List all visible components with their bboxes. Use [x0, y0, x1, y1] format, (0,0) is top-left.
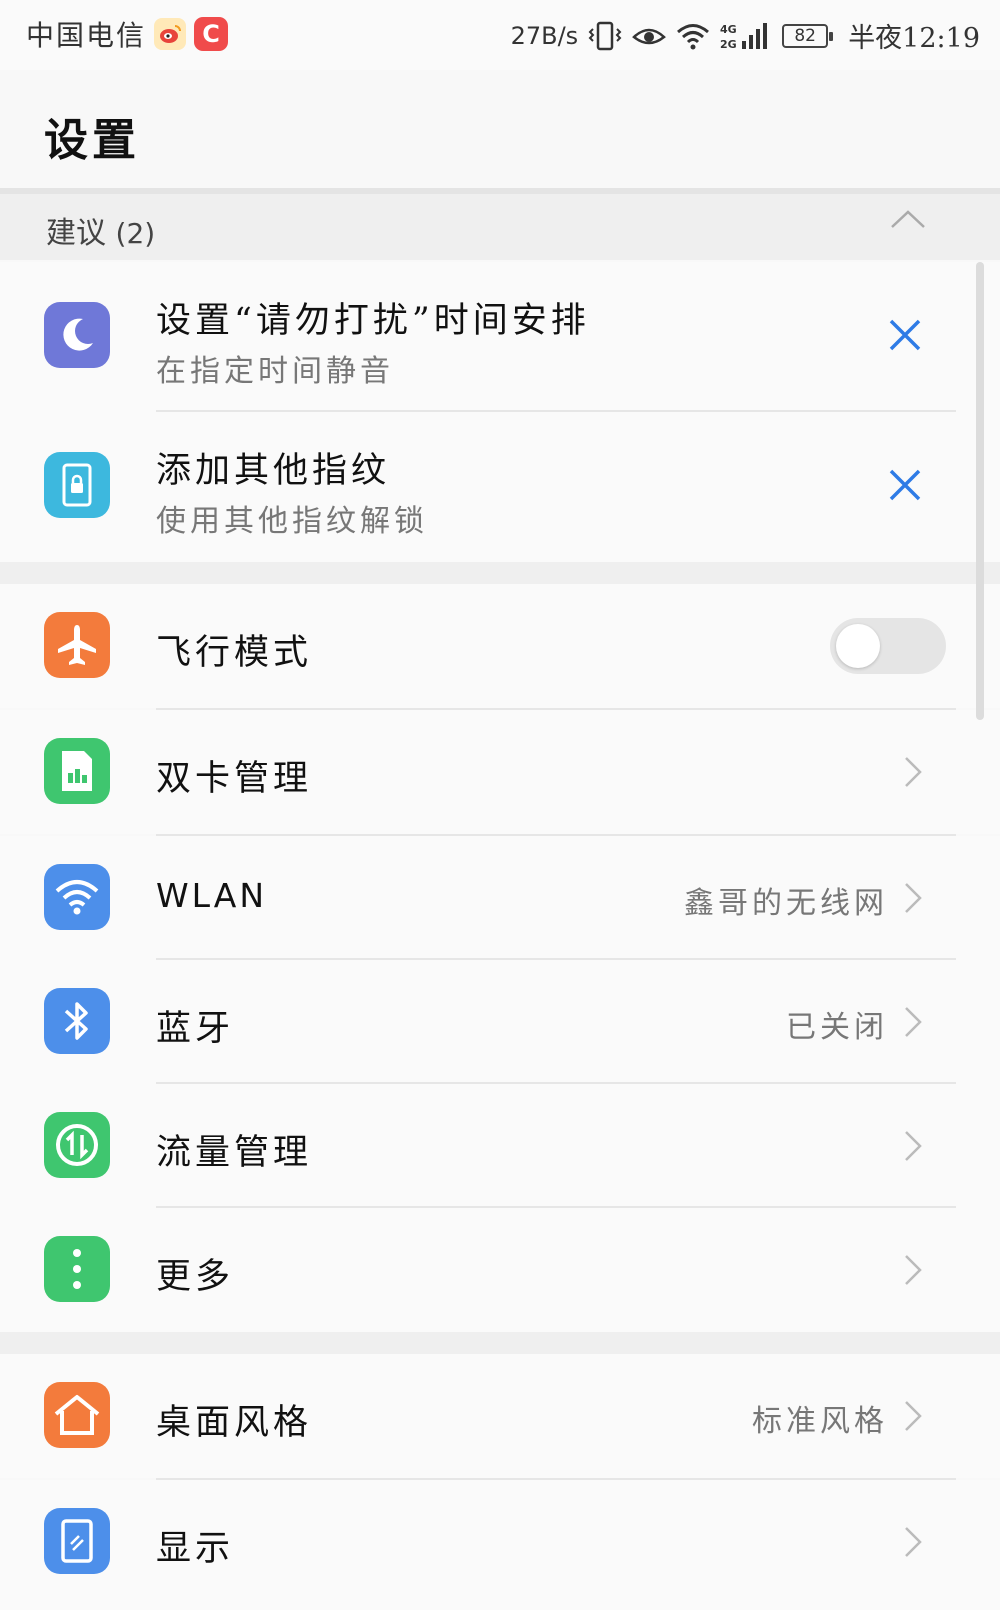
bluetooth-row[interactable]: 蓝牙 已关闭	[0, 960, 1000, 1084]
carrier-name: 中国电信	[26, 19, 147, 52]
home-style-row[interactable]: 桌面风格 标准风格	[0, 1354, 1000, 1478]
section-gap	[0, 562, 1000, 584]
airplane-icon	[44, 612, 110, 678]
wlan-row[interactable]: WLAN 鑫哥的无线网	[0, 836, 1000, 960]
wlan-label: WLAN	[156, 876, 268, 915]
chevron-right-icon	[905, 1527, 922, 1557]
clock: 半夜12:19	[848, 23, 980, 54]
scrollbar[interactable]	[976, 262, 984, 720]
wifi-status-icon	[677, 23, 710, 49]
signal-icon: 4G2G	[720, 22, 768, 51]
chevron-right-icon	[905, 757, 922, 787]
home-style-label: 桌面风格	[156, 1403, 313, 1443]
network-speed: 27B/s	[510, 21, 579, 50]
suggestion-subtitle: 使用其他指纹解锁	[156, 504, 428, 539]
more-row[interactable]: 更多	[0, 1208, 1000, 1332]
display-label: 显示	[156, 1529, 235, 1569]
suggestions-header[interactable]: 建议 (2)	[0, 194, 1000, 260]
eye-comfort-icon	[632, 28, 667, 44]
chevron-right-icon	[905, 883, 922, 913]
page-title: 设置	[44, 115, 140, 166]
chevron-right-icon	[905, 1131, 922, 1161]
airplane-mode-row[interactable]: 飞行模式	[0, 584, 1000, 708]
data-usage-label: 流量管理	[156, 1133, 313, 1173]
airplane-mode-toggle[interactable]	[830, 618, 946, 674]
suggestion-fingerprint[interactable]: 添加其他指纹 使用其他指纹解锁	[0, 412, 1000, 562]
data-usage-icon	[44, 1112, 110, 1178]
fingerprint-phone-icon	[44, 452, 110, 518]
data-usage-row[interactable]: 流量管理	[0, 1084, 1000, 1208]
dual-sim-label: 双卡管理	[156, 759, 313, 799]
toggle-knob	[836, 624, 880, 668]
status-left: 中国电信 C	[26, 14, 229, 54]
section-gap	[0, 1332, 1000, 1354]
svg-text:4G: 4G	[720, 23, 737, 36]
vibrate-icon	[588, 21, 622, 50]
svg-text:2G: 2G	[720, 38, 737, 51]
suggestion-title: 添加其他指纹	[156, 451, 391, 491]
chevron-right-icon	[905, 1255, 922, 1285]
sim-card-icon	[44, 738, 110, 804]
home-style-value: 标准风格	[752, 1404, 888, 1439]
weibo-icon	[154, 18, 187, 50]
battery-indicator: 82	[782, 23, 834, 48]
chevron-up-icon[interactable]	[890, 208, 926, 230]
display-icon	[44, 1508, 110, 1574]
chevron-right-icon	[905, 1007, 922, 1037]
suggestion-dnd[interactable]: 设置“请勿打扰”时间安排 在指定时间静音	[0, 262, 1000, 412]
display-row[interactable]: 显示	[0, 1480, 1000, 1610]
dismiss-icon[interactable]	[888, 468, 922, 502]
suggestions-count: (2)	[115, 217, 156, 250]
home-icon	[44, 1382, 110, 1448]
bluetooth-icon	[44, 988, 110, 1054]
bluetooth-status: 已关闭	[786, 1010, 888, 1045]
wlan-network-name: 鑫哥的无线网	[684, 886, 888, 921]
suggestions-label: 建议 (2)	[46, 208, 155, 252]
status-bar: 中国电信 C 27B/s 4G 2G 82 半夜12:19	[0, 0, 1000, 70]
dual-sim-row[interactable]: 双卡管理	[0, 710, 1000, 834]
dismiss-icon[interactable]	[888, 318, 922, 352]
suggestion-title: 设置“请勿打扰”时间安排	[156, 301, 590, 341]
suggestion-subtitle: 在指定时间静音	[156, 354, 394, 389]
c-app-icon: C	[194, 17, 229, 51]
status-right: 27B/s 4G 2G 82 半夜12:19	[511, 16, 980, 55]
suggestions-title: 建议	[46, 216, 106, 251]
moon-icon	[44, 302, 110, 368]
bluetooth-label: 蓝牙	[156, 1009, 235, 1049]
more-dots-icon	[44, 1236, 110, 1302]
chevron-right-icon	[905, 1401, 922, 1431]
more-label: 更多	[156, 1257, 235, 1297]
airplane-mode-label: 飞行模式	[156, 633, 313, 673]
wifi-icon	[44, 864, 110, 930]
